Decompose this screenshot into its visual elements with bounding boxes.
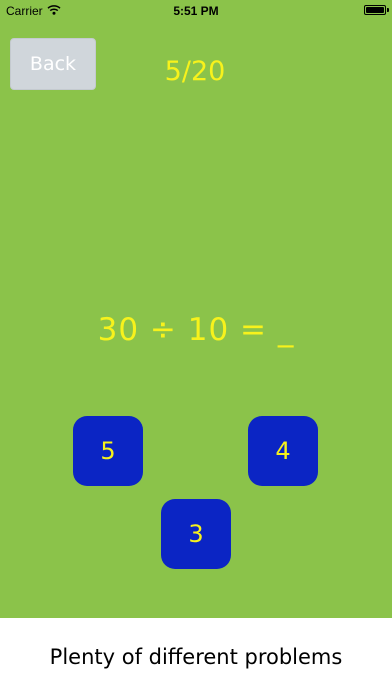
battery-level xyxy=(366,7,384,13)
game-screen: Carrier 5:51 PM Back 5/20 30 ÷ 10 = _ 5 … xyxy=(0,0,392,618)
promo-caption: Plenty of different problems xyxy=(0,618,392,696)
answer-button-1[interactable]: 5 xyxy=(73,416,143,486)
status-bar: Carrier 5:51 PM xyxy=(0,0,392,22)
status-time: 5:51 PM xyxy=(173,4,219,18)
answer-button-2[interactable]: 4 xyxy=(248,416,318,486)
progress-counter: 5/20 xyxy=(164,56,226,87)
battery-icon xyxy=(364,5,386,15)
answer-button-3[interactable]: 3 xyxy=(161,499,231,569)
math-problem: 30 ÷ 10 = _ xyxy=(97,312,295,348)
battery-tip xyxy=(387,8,389,12)
back-button[interactable]: Back xyxy=(10,38,96,90)
